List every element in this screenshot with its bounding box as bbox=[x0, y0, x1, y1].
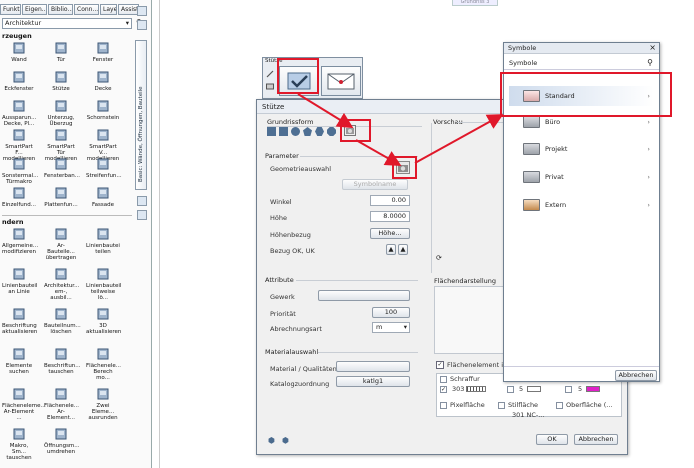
arrow-3 bbox=[414, 114, 504, 164]
arrow-2 bbox=[355, 139, 402, 166]
arrow-1 bbox=[297, 93, 354, 129]
annotation-arrows bbox=[297, 93, 504, 166]
